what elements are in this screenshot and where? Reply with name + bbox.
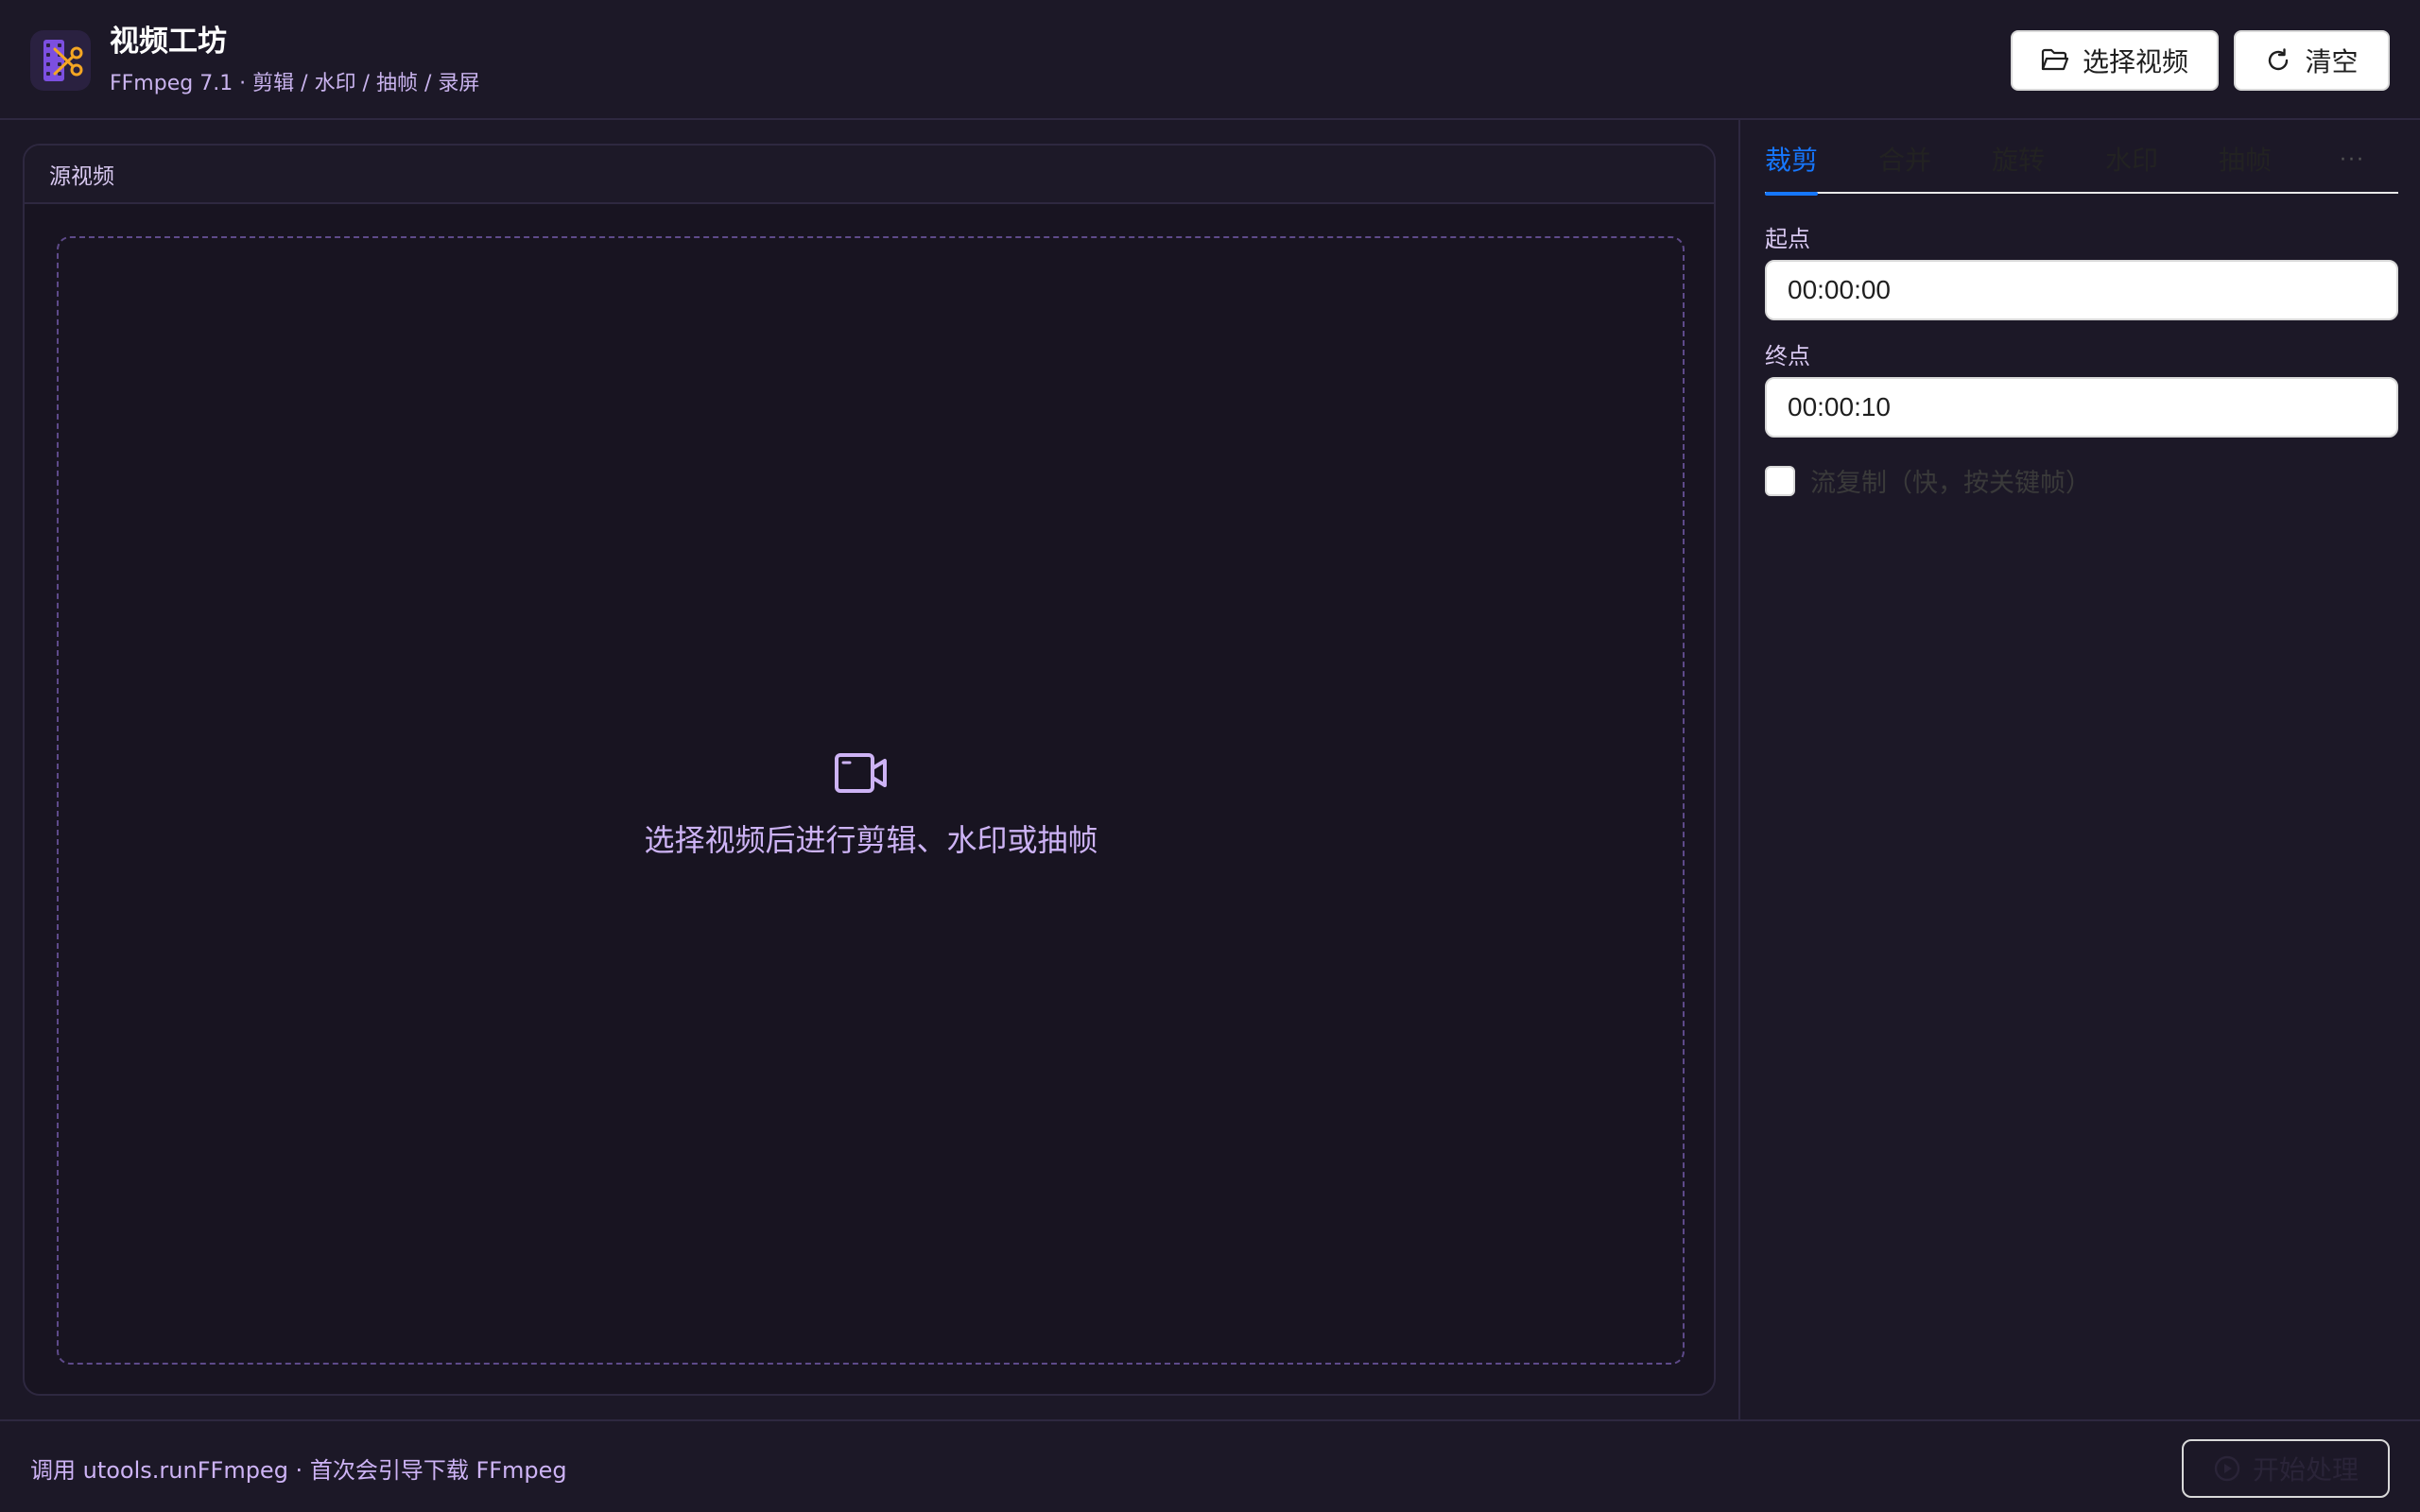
operation-tabs: 裁剪 合并 旋转 水印 抽帧 ··· [1765, 135, 2398, 196]
start-processing-button[interactable]: 开始处理 [2182, 1439, 2390, 1498]
tab-merge[interactable]: 合并 [1878, 135, 1931, 194]
play-circle-icon [2214, 1455, 2240, 1482]
status-footer: 调用 utools.runFFmpeg · 首次会引导下载 FFmpeg 开始处… [0, 1419, 2420, 1512]
folder-open-icon [2041, 48, 2069, 71]
stream-copy-checkbox[interactable] [1765, 465, 1795, 496]
app-window: 视频工坊 FFmpeg 7.1 · 剪辑 / 水印 / 抽帧 / 录屏 选择视频… [0, 0, 2420, 1512]
stream-copy-label: 流复制（快，按关键帧） [1810, 469, 2091, 498]
app-subtitle: FFmpeg 7.1 · 剪辑 / 水印 / 抽帧 / 录屏 [110, 72, 480, 95]
dropzone-hint: 选择视频后进行剪辑、水印或抽帧 [644, 822, 1098, 858]
refresh-icon [2269, 48, 2289, 71]
stream-copy-option[interactable]: 流复制（快，按关键帧） [1765, 462, 2091, 499]
app-logo-icon [30, 30, 91, 91]
start-time-label: 起点 [1765, 226, 1810, 252]
tab-extract-frames[interactable]: 抽帧 [2219, 135, 2272, 194]
tab-trim[interactable]: 裁剪 [1765, 135, 1819, 196]
video-dropzone[interactable] [57, 236, 1685, 1365]
tab-watermark[interactable]: 水印 [2105, 135, 2158, 194]
select-video-button[interactable]: 选择视频 [2011, 30, 2219, 91]
start-processing-label: 开始处理 [2252, 1454, 2359, 1486]
clear-button[interactable]: 清空 [2234, 30, 2390, 91]
start-time-input[interactable] [1765, 260, 2398, 320]
select-video-label: 选择视频 [2082, 46, 2188, 77]
app-header: 视频工坊 FFmpeg 7.1 · 剪辑 / 水印 / 抽帧 / 录屏 选择视频… [0, 0, 2420, 120]
clear-label: 清空 [2305, 46, 2359, 77]
video-camera-icon [835, 753, 887, 793]
scissors-icon [53, 46, 83, 77]
end-time-label: 终点 [1765, 343, 1810, 369]
source-video-heading: 源视频 [25, 146, 1714, 204]
operations-panel: 裁剪 合并 旋转 水印 抽帧 ··· 起点 终点 流复制（快，按关键帧） [1738, 120, 2420, 1419]
more-tabs-icon[interactable]: ··· [2340, 135, 2365, 194]
app-title: 视频工坊 [110, 25, 227, 59]
end-time-input[interactable] [1765, 377, 2398, 438]
footer-note: 调用 utools.runFFmpeg · 首次会引导下载 FFmpeg [30, 1457, 567, 1484]
source-video-card: 源视频 选择视频后进行剪辑、水印或抽帧 [23, 144, 1716, 1396]
tab-rotate[interactable]: 旋转 [1992, 135, 2045, 194]
